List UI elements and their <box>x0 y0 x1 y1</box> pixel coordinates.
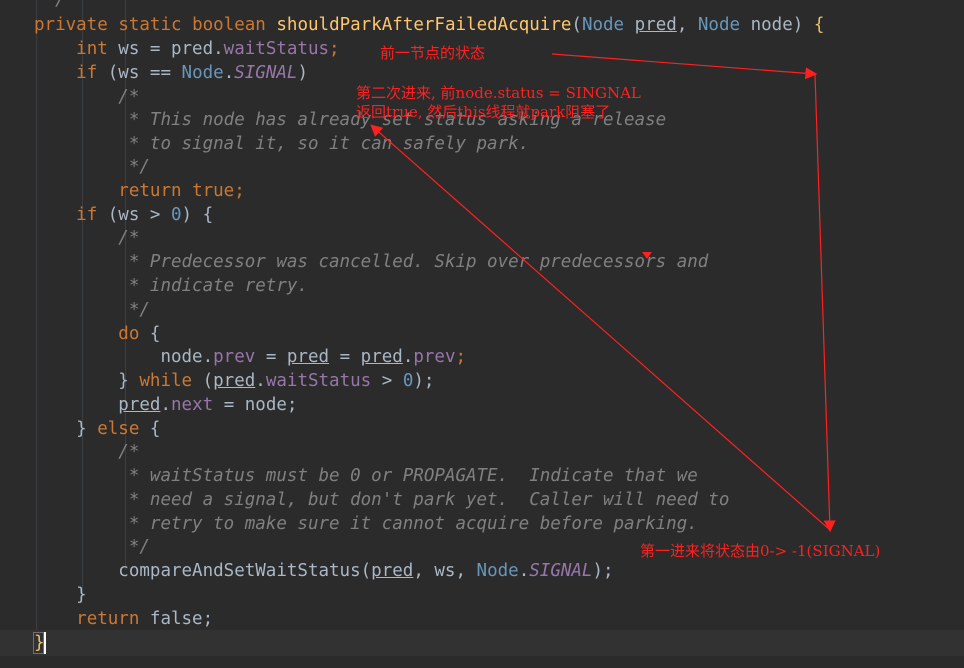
annotation-second-entry-line1: 第二次进来, 前node.status = SINGNAL <box>356 84 641 102</box>
arrow-to-status-path <box>551 53 818 80</box>
arrow-midpoint-marker <box>642 252 652 259</box>
arrow-back-to-return-true <box>370 124 831 531</box>
annotation-first-entry: 第一进来将状态由0-> -1(SIGNAL) <box>640 542 881 560</box>
annotation-prev-node-state: 前一节点的状态 <box>380 44 486 62</box>
annotation-second-entry-line2: 返回true, 然后this线程就park阻塞了 <box>356 103 611 121</box>
arrow-down-to-first-entry <box>814 73 836 533</box>
